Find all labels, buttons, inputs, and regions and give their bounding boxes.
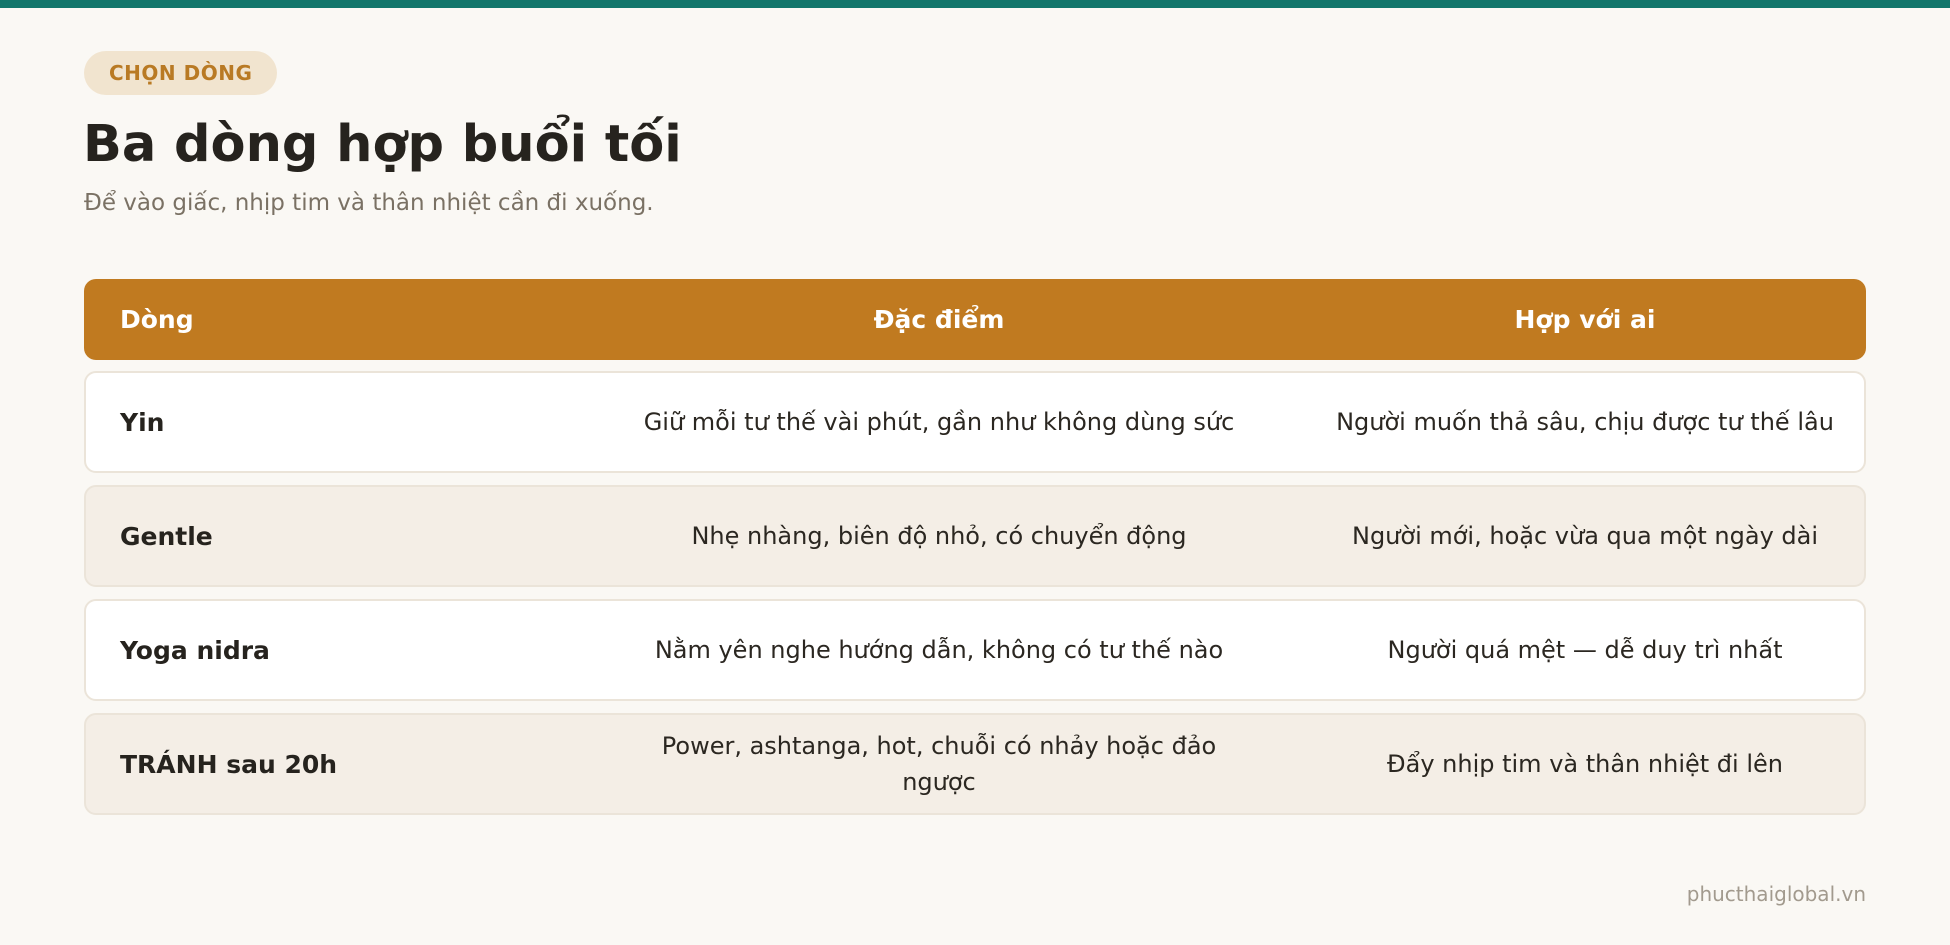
row-feature-text: Giữ mỗi tư thế vài phút, gần như không d…	[643, 408, 1235, 436]
row-suited: Người quá mệt — dễ duy trì nhất	[1285, 601, 1885, 699]
row-style-name: Gentle	[120, 521, 213, 551]
table-row: Yoga nidra Nằm yên nghe hướng dẫn, không…	[84, 599, 1866, 701]
row-suited-text: Người quá mệt — dễ duy trì nhất	[1387, 636, 1783, 664]
row-feature-text: Nằm yên nghe hướng dẫn, không có tư thế …	[654, 636, 1224, 664]
header-col-style: Dòng	[120, 305, 194, 334]
row-style-name: Yoga nidra	[120, 635, 270, 665]
header-col-feature: Đặc điểm	[873, 305, 1005, 334]
table-row: Gentle Nhẹ nhàng, biên độ nhỏ, có chuyển…	[84, 485, 1866, 587]
table-header: Dòng Đặc điểm Hợp với ai	[84, 279, 1866, 360]
row-feature: Giữ mỗi tư thế vài phút, gần như không d…	[639, 373, 1239, 471]
row-feature: Power, ashtanga, hot, chuỗi có nhảy hoặc…	[639, 715, 1239, 813]
row-style-name: TRÁNH sau 20h	[120, 749, 338, 779]
row-feature: Nhẹ nhàng, biên độ nhỏ, có chuyển động	[639, 487, 1239, 585]
header-col-suited: Hợp với ai	[1514, 305, 1656, 334]
page-title: Ba dòng hợp buổi tối	[83, 115, 682, 174]
row-suited-text: Người mới, hoặc vừa qua một ngày dài	[1351, 522, 1819, 550]
row-feature: Nằm yên nghe hướng dẫn, không có tư thế …	[639, 601, 1239, 699]
row-suited-text: Người muốn thả sâu, chịu được tư thế lâu	[1336, 408, 1834, 436]
top-accent-bar	[0, 0, 1950, 8]
page-subtitle: Để vào giấc, nhịp tim và thân nhiệt cần …	[84, 190, 654, 216]
table-row: TRÁNH sau 20h Power, ashtanga, hot, chuỗ…	[84, 713, 1866, 815]
table-row: Yin Giữ mỗi tư thế vài phút, gần như khô…	[84, 371, 1866, 473]
row-suited: Người muốn thả sâu, chịu được tư thế lâu	[1285, 373, 1885, 471]
row-feature-text: Power, ashtanga, hot, chuỗi có nhảy hoặc…	[661, 732, 1217, 796]
row-feature-text: Nhẹ nhàng, biên độ nhỏ, có chuyển động	[691, 522, 1187, 550]
row-style-name: Yin	[120, 407, 165, 437]
section-badge: CHỌN DÒNG	[84, 51, 278, 95]
footer-site-link[interactable]: phucthaiglobal.vn	[1687, 882, 1866, 906]
row-suited: Người mới, hoặc vừa qua một ngày dài	[1285, 487, 1885, 585]
row-suited: Đẩy nhịp tim và thân nhiệt đi lên	[1285, 715, 1885, 813]
row-suited-text: Đẩy nhịp tim và thân nhiệt đi lên	[1387, 750, 1783, 778]
